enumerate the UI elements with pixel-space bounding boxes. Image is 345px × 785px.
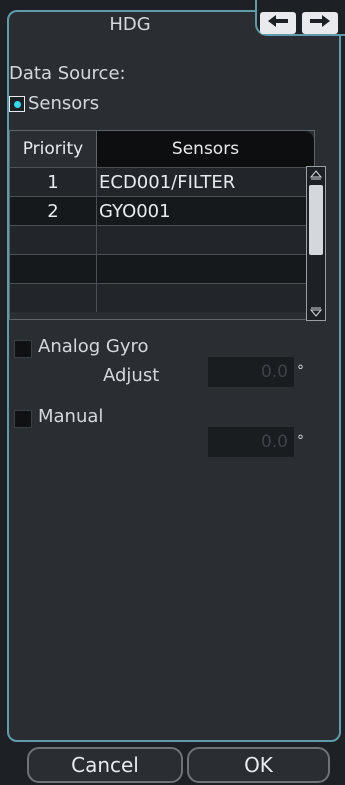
sensors-radio-label[interactable]: Sensors bbox=[28, 93, 99, 114]
priority-column-header: Priority bbox=[10, 131, 97, 167]
manual-value-field[interactable]: 0.0 bbox=[208, 427, 294, 457]
dialog-title: HDG bbox=[109, 14, 151, 35]
ok-button[interactable]: OK bbox=[187, 747, 330, 783]
table-header: Priority Sensors bbox=[10, 131, 314, 167]
scroll-up-icon[interactable] bbox=[309, 169, 323, 181]
table-row[interactable] bbox=[10, 254, 314, 283]
adjust-degree-unit: ° bbox=[297, 363, 304, 379]
data-source-label: Data Source: bbox=[9, 63, 126, 84]
adjust-value-field[interactable]: 0.0 bbox=[208, 357, 294, 387]
table-row[interactable] bbox=[10, 225, 314, 254]
table-scrollbar[interactable] bbox=[306, 166, 326, 321]
priority-cell bbox=[10, 226, 97, 254]
priority-cell: 1 bbox=[10, 168, 97, 196]
analog-gyro-label[interactable]: Analog Gyro bbox=[38, 336, 149, 357]
sensor-cell bbox=[97, 255, 314, 283]
manual-checkbox[interactable] bbox=[14, 410, 32, 428]
table-row[interactable] bbox=[10, 283, 314, 312]
sensor-priority-table: Priority Sensors 1 ECD001/FILTER 2 GYO00… bbox=[9, 130, 315, 320]
scroll-down-icon[interactable] bbox=[309, 306, 323, 318]
sensor-cell: GYO001 bbox=[99, 200, 171, 222]
sensors-radio[interactable] bbox=[9, 96, 25, 112]
sensors-column-header: Sensors bbox=[97, 131, 314, 167]
priority-cell bbox=[10, 284, 97, 312]
arrow-left-icon bbox=[266, 13, 290, 33]
adjust-label: Adjust bbox=[103, 365, 160, 386]
next-button[interactable] bbox=[302, 12, 338, 34]
analog-gyro-checkbox[interactable] bbox=[14, 340, 32, 358]
sensor-cell bbox=[97, 284, 314, 312]
sensor-cell: ECD001/FILTER bbox=[99, 171, 236, 193]
scrollbar-thumb[interactable] bbox=[309, 185, 323, 255]
cancel-button[interactable]: Cancel bbox=[27, 747, 183, 783]
priority-cell: 2 bbox=[10, 197, 97, 225]
table-row[interactable]: 2 GYO001 bbox=[10, 196, 314, 225]
prev-button[interactable] bbox=[260, 12, 296, 34]
sensor-cell bbox=[97, 226, 314, 254]
arrow-right-icon bbox=[308, 13, 332, 33]
manual-label[interactable]: Manual bbox=[38, 406, 103, 427]
table-row[interactable]: 1 ECD001/FILTER bbox=[10, 167, 314, 196]
radio-selected-dot bbox=[13, 100, 21, 108]
table-body: 1 ECD001/FILTER 2 GYO001 bbox=[10, 167, 314, 319]
manual-degree-unit: ° bbox=[297, 433, 304, 449]
priority-cell bbox=[10, 255, 97, 283]
